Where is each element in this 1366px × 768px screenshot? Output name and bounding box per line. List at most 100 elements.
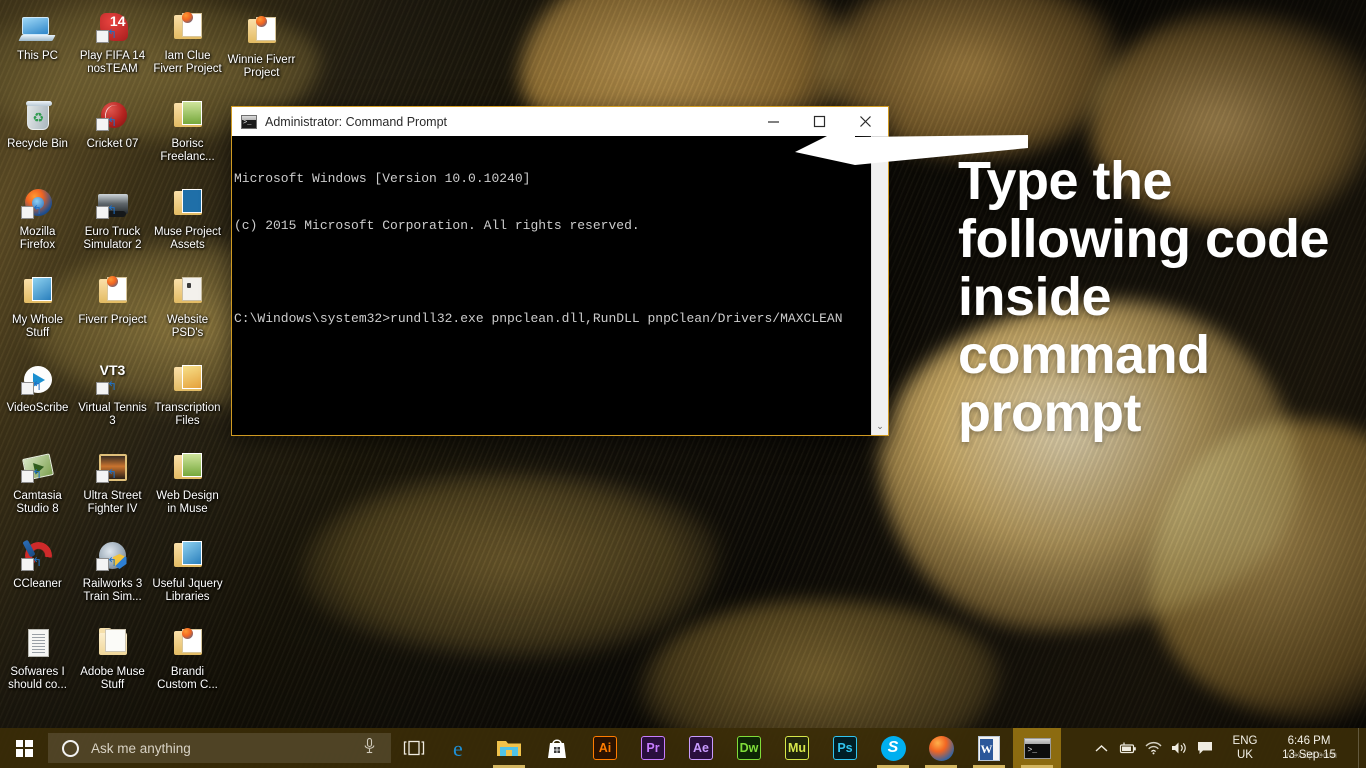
wifi-icon[interactable] <box>1140 728 1166 768</box>
taskbar-item-adobe-muse[interactable]: Mu <box>773 728 821 768</box>
desktop[interactable]: This PC Play FIFA 14 nosTEAM Iam Clue Fi… <box>0 0 1366 768</box>
desktop-icon-railworks-3[interactable]: Railworks 3 Train Sim... <box>75 534 150 622</box>
desktop-icon-brandi-custom-c[interactable]: Brandi Custom C... <box>150 622 225 710</box>
desktop-icon-this-pc[interactable]: This PC <box>0 6 75 94</box>
folder-yellow-image-icon <box>170 362 206 398</box>
desktop-icon-winnie-fiverr-project[interactable]: Winnie Fiverr Project <box>224 10 299 98</box>
desktop-icon-website-psds[interactable]: Website PSD's <box>150 270 225 358</box>
annotation-text: Type the following code inside command p… <box>958 151 1329 443</box>
language-line-1: ENG <box>1232 735 1258 747</box>
start-button[interactable] <box>0 728 48 768</box>
desktop-icon-my-whole-stuff[interactable]: My Whole Stuff <box>0 270 75 358</box>
taskbar-item-mozilla-firefox[interactable] <box>917 728 965 768</box>
camtasia-icon <box>20 450 56 486</box>
cmd-window-title: Administrator: Command Prompt <box>265 114 448 129</box>
photoshop-icon: Ps <box>833 736 857 760</box>
icon-label: Camtasia Studio 8 <box>13 490 62 515</box>
console-icon: >_ <box>1023 737 1051 759</box>
console-line-command: C:\Windows\system32>rundll32.exe pnpclea… <box>234 310 843 326</box>
folder-plain-icon <box>95 626 131 662</box>
icon-label: Brandi Custom C... <box>157 666 218 691</box>
file-explorer-icon <box>497 741 521 756</box>
cmd-scrollbar[interactable]: ⌄ <box>871 136 888 435</box>
this-pc-icon <box>17 10 56 46</box>
text-document-icon <box>20 626 56 662</box>
clock[interactable]: 6:46 PM 13-Sep-15 wsxdp.com <box>1266 734 1352 762</box>
taskbar-item-microsoft-edge[interactable]: e <box>437 728 485 768</box>
desktop-icon-transcription-files[interactable]: Transcription Files <box>150 358 225 446</box>
icon-label: CCleaner <box>13 578 62 590</box>
skype-icon: S <box>880 735 906 761</box>
speaker-icon[interactable] <box>1166 728 1192 768</box>
icon-label: Winnie Fiverr Project <box>227 54 296 79</box>
microphone-icon[interactable] <box>364 737 375 759</box>
search-input[interactable]: Ask me anything <box>48 733 391 763</box>
scroll-down-arrow-icon[interactable]: ⌄ <box>872 418 888 435</box>
desktop-icon-play-fifa-14[interactable]: Play FIFA 14 nosTEAM <box>75 6 150 94</box>
chevron-up-icon[interactable] <box>1088 728 1114 768</box>
illustrator-icon: Ai <box>593 736 617 760</box>
desktop-icon-ultra-street-fighter-iv[interactable]: Ultra Street Fighter IV <box>75 446 150 534</box>
system-tray[interactable]: ENG UK 6:46 PM 13-Sep-15 wsxdp.com <box>1088 728 1366 768</box>
icon-label: Euro Truck Simulator 2 <box>83 226 142 251</box>
icon-label: Virtual Tennis 3 <box>78 402 147 427</box>
taskbar-item-skype[interactable]: S <box>869 728 917 768</box>
vt3-icon: VT3 <box>95 362 131 398</box>
desktop-icon-fiverr-project[interactable]: Fiverr Project <box>75 270 150 358</box>
cmd-title-bar[interactable]: Administrator: Command Prompt <box>232 107 888 136</box>
taskbar-item-adobe-dreamweaver[interactable]: Dw <box>725 728 773 768</box>
cmd-console-body[interactable]: Microsoft Windows [Version 10.0.10240] (… <box>232 136 888 435</box>
premiere-icon: Pr <box>641 736 665 760</box>
railworks-icon <box>95 538 131 574</box>
desktop-icon-ccleaner[interactable]: CCleaner <box>0 534 75 622</box>
task-view-button[interactable] <box>391 728 437 768</box>
battery-icon[interactable] <box>1114 728 1140 768</box>
desktop-icon-muse-project-assets[interactable]: Muse Project Assets <box>150 182 225 270</box>
scrollbar-track[interactable] <box>872 136 888 418</box>
folder-green-icon <box>170 98 206 134</box>
street-fighter-icon <box>95 450 131 486</box>
desktop-icon-recycle-bin[interactable]: Recycle Bin <box>0 94 75 182</box>
console-icon <box>241 114 257 129</box>
show-desktop-button[interactable] <box>1358 728 1366 768</box>
folder-image-icon <box>20 274 56 310</box>
desktop-icon-mozilla-firefox[interactable]: Mozilla Firefox <box>0 182 75 270</box>
icon-label: Recycle Bin <box>7 138 68 150</box>
truck-icon <box>95 186 131 222</box>
firefox-icon <box>928 735 954 761</box>
taskbar[interactable]: Ask me anything e Ai Pr Ae Dw Mu Ps S W … <box>0 728 1366 768</box>
muse-icon: Mu <box>785 736 809 760</box>
taskbar-item-adobe-premiere[interactable]: Pr <box>629 728 677 768</box>
icon-label: Useful Jquery Libraries <box>152 578 223 603</box>
desktop-icon-sofwares-i-should-co[interactable]: Sofwares I should co... <box>0 622 75 710</box>
desktop-icon-camtasia-studio-8[interactable]: Camtasia Studio 8 <box>0 446 75 534</box>
action-center-icon[interactable] <box>1192 728 1218 768</box>
command-prompt-window[interactable]: Administrator: Command Prompt Microsoft … <box>231 106 889 436</box>
desktop-icon-euro-truck-simulator-2[interactable]: Euro Truck Simulator 2 <box>75 182 150 270</box>
taskbar-item-adobe-photoshop[interactable]: Ps <box>821 728 869 768</box>
taskbar-item-microsoft-word[interactable]: W <box>965 728 1013 768</box>
desktop-icon-videoscribe[interactable]: VideoScribe <box>0 358 75 446</box>
desktop-icon-adobe-muse-stuff[interactable]: Adobe Muse Stuff <box>75 622 150 710</box>
language-indicator[interactable]: ENG UK <box>1224 734 1266 762</box>
desktop-icon-cricket-07[interactable]: Cricket 07 <box>75 94 150 182</box>
watermark: wsxdp.com <box>1284 750 1338 761</box>
folder-muse-icon <box>170 186 206 222</box>
icon-label: Railworks 3 Train Sim... <box>82 578 143 603</box>
taskbar-item-file-explorer[interactable] <box>485 728 533 768</box>
taskbar-item-microsoft-store[interactable] <box>533 728 581 768</box>
search-placeholder: Ask me anything <box>91 740 191 756</box>
desktop-icon-useful-jquery-libraries[interactable]: Useful Jquery Libraries <box>150 534 225 622</box>
firefox-icon <box>20 186 56 222</box>
desktop-icon-borisc-freelance[interactable]: Borisc Freelanc... <box>150 94 225 182</box>
taskbar-item-command-prompt[interactable]: >_ <box>1013 728 1061 768</box>
icon-label: Play FIFA 14 nosTEAM <box>79 50 146 75</box>
desktop-icon-virtual-tennis-3[interactable]: VT3 Virtual Tennis 3 <box>75 358 150 446</box>
desktop-icon-web-design-in-muse[interactable]: Web Design in Muse <box>150 446 225 534</box>
desktop-icon-iam-clue-fiverr-project[interactable]: Iam Clue Fiverr Project <box>150 6 225 94</box>
taskbar-item-adobe-illustrator[interactable]: Ai <box>581 728 629 768</box>
minimize-button[interactable] <box>750 107 796 136</box>
taskbar-item-adobe-after-effects[interactable]: Ae <box>677 728 725 768</box>
console-line: Microsoft Windows [Version 10.0.10240] <box>234 171 531 186</box>
